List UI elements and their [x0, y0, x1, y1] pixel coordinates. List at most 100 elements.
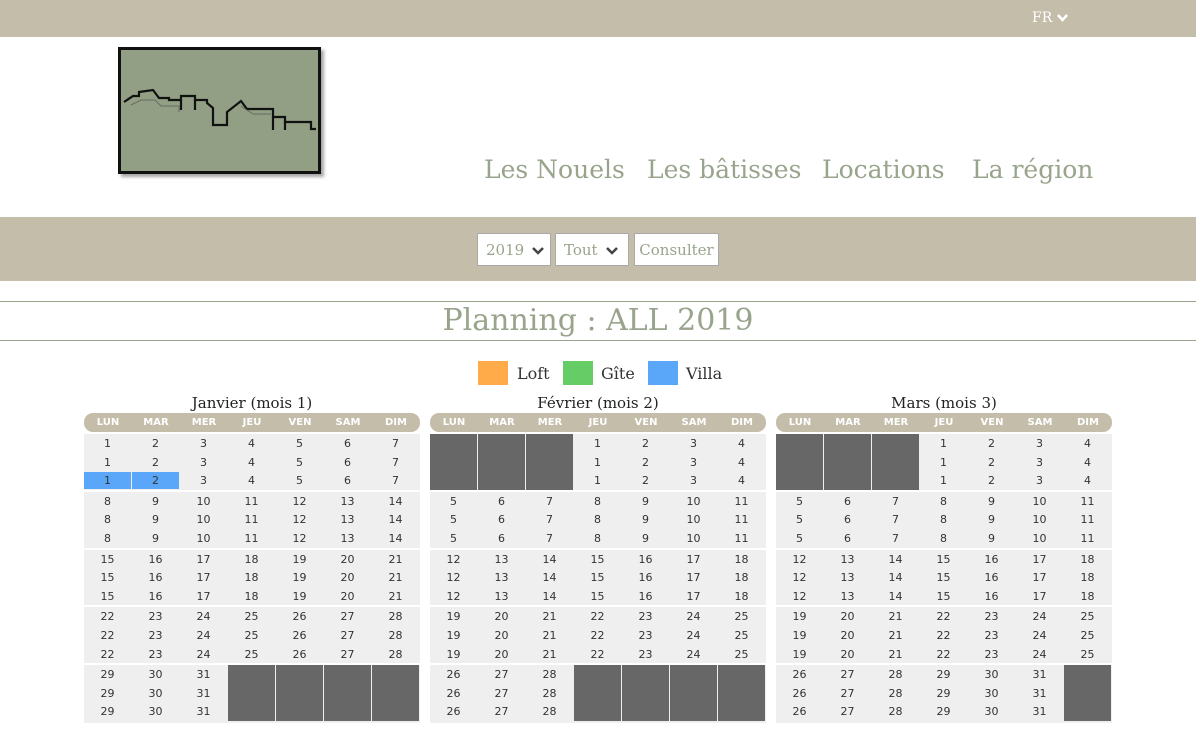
- day-cell[interactable]: 10: [1016, 511, 1063, 528]
- day-cell[interactable]: 9: [968, 493, 1015, 510]
- day-cell[interactable]: 1: [574, 454, 621, 471]
- day-cell[interactable]: 5: [430, 493, 477, 510]
- day-cell[interactable]: 14: [526, 569, 573, 586]
- day-cell[interactable]: 23: [968, 608, 1015, 625]
- day-cell[interactable]: 3: [180, 435, 227, 452]
- day-cell[interactable]: 28: [872, 666, 919, 683]
- day-cell[interactable]: 7: [526, 511, 573, 528]
- day-cell[interactable]: 22: [84, 608, 131, 625]
- day-cell[interactable]: 26: [430, 685, 477, 702]
- day-cell[interactable]: 11: [718, 511, 765, 528]
- day-cell[interactable]: 13: [324, 493, 371, 510]
- day-cell[interactable]: 24: [670, 646, 717, 663]
- day-cell[interactable]: 24: [670, 627, 717, 644]
- day-cell[interactable]: 10: [1016, 493, 1063, 510]
- day-cell[interactable]: 6: [824, 511, 871, 528]
- day-cell[interactable]: 1: [574, 472, 621, 489]
- day-cell[interactable]: 30: [132, 703, 179, 720]
- day-cell[interactable]: 22: [84, 646, 131, 663]
- day-cell[interactable]: 9: [968, 511, 1015, 528]
- day-cell[interactable]: 14: [526, 551, 573, 568]
- day-cell[interactable]: 6: [324, 472, 371, 489]
- day-cell[interactable]: 23: [132, 627, 179, 644]
- day-cell[interactable]: 23: [132, 646, 179, 663]
- day-cell[interactable]: 26: [276, 608, 323, 625]
- day-cell[interactable]: 11: [718, 530, 765, 547]
- day-cell[interactable]: 18: [718, 588, 765, 605]
- day-cell[interactable]: 15: [574, 569, 621, 586]
- day-cell[interactable]: 17: [670, 588, 717, 605]
- day-cell[interactable]: 5: [430, 530, 477, 547]
- day-cell[interactable]: 7: [372, 472, 419, 489]
- day-cell[interactable]: 4: [228, 435, 275, 452]
- day-cell[interactable]: 19: [430, 627, 477, 644]
- day-cell[interactable]: 4: [228, 472, 275, 489]
- day-cell[interactable]: 21: [526, 627, 573, 644]
- day-cell[interactable]: 8: [920, 493, 967, 510]
- day-cell[interactable]: 24: [670, 608, 717, 625]
- day-cell[interactable]: 8: [920, 511, 967, 528]
- day-cell[interactable]: 8: [84, 493, 131, 510]
- day-cell[interactable]: 18: [1064, 588, 1111, 605]
- day-cell[interactable]: 14: [372, 530, 419, 547]
- day-cell[interactable]: 27: [324, 627, 371, 644]
- day-cell[interactable]: 25: [228, 627, 275, 644]
- day-cell[interactable]: 16: [968, 569, 1015, 586]
- day-cell[interactable]: 13: [824, 551, 871, 568]
- day-cell[interactable]: 14: [372, 493, 419, 510]
- day-cell[interactable]: 13: [478, 569, 525, 586]
- day-cell[interactable]: 6: [324, 454, 371, 471]
- day-cell[interactable]: 12: [276, 530, 323, 547]
- day-cell[interactable]: 8: [920, 530, 967, 547]
- day-cell[interactable]: 14: [872, 588, 919, 605]
- day-cell[interactable]: 13: [478, 551, 525, 568]
- day-cell[interactable]: 6: [478, 530, 525, 547]
- day-cell[interactable]: 9: [132, 493, 179, 510]
- day-cell[interactable]: 8: [84, 530, 131, 547]
- day-cell[interactable]: 10: [1016, 530, 1063, 547]
- day-cell[interactable]: 25: [1064, 646, 1111, 663]
- day-cell[interactable]: 21: [872, 646, 919, 663]
- day-cell[interactable]: 5: [276, 472, 323, 489]
- day-cell[interactable]: 25: [718, 608, 765, 625]
- day-cell[interactable]: 2: [132, 472, 179, 490]
- day-cell[interactable]: 2: [968, 454, 1015, 471]
- day-cell[interactable]: 19: [776, 608, 823, 625]
- day-cell[interactable]: 17: [180, 569, 227, 586]
- day-cell[interactable]: 13: [824, 588, 871, 605]
- day-cell[interactable]: 22: [920, 646, 967, 663]
- day-cell[interactable]: 27: [478, 703, 525, 720]
- day-cell[interactable]: 23: [622, 646, 669, 663]
- day-cell[interactable]: 19: [430, 646, 477, 663]
- day-cell[interactable]: 11: [1064, 511, 1111, 528]
- day-cell[interactable]: 10: [180, 493, 227, 510]
- day-cell[interactable]: 26: [276, 627, 323, 644]
- day-cell[interactable]: 7: [872, 530, 919, 547]
- day-cell[interactable]: 19: [776, 627, 823, 644]
- day-cell[interactable]: 31: [180, 703, 227, 720]
- day-cell[interactable]: 25: [228, 646, 275, 663]
- day-cell[interactable]: 30: [132, 666, 179, 683]
- day-cell[interactable]: 21: [872, 627, 919, 644]
- property-select[interactable]: Tout: [555, 233, 629, 266]
- day-cell[interactable]: 4: [1064, 472, 1111, 489]
- day-cell[interactable]: 18: [718, 551, 765, 568]
- day-cell[interactable]: 26: [776, 685, 823, 702]
- day-cell[interactable]: 28: [526, 703, 573, 720]
- day-cell[interactable]: 9: [132, 530, 179, 547]
- day-cell[interactable]: 27: [824, 685, 871, 702]
- day-cell[interactable]: 2: [622, 435, 669, 452]
- day-cell[interactable]: 28: [372, 627, 419, 644]
- day-cell[interactable]: 17: [180, 588, 227, 605]
- day-cell[interactable]: 1: [84, 454, 131, 471]
- day-cell[interactable]: 1: [920, 472, 967, 489]
- day-cell[interactable]: 6: [324, 435, 371, 452]
- day-cell[interactable]: 27: [824, 666, 871, 683]
- day-cell[interactable]: 12: [430, 569, 477, 586]
- day-cell[interactable]: 22: [920, 627, 967, 644]
- day-cell[interactable]: 7: [372, 435, 419, 452]
- day-cell[interactable]: 6: [478, 511, 525, 528]
- day-cell[interactable]: 15: [84, 569, 131, 586]
- day-cell[interactable]: 25: [718, 646, 765, 663]
- day-cell[interactable]: 3: [1016, 472, 1063, 489]
